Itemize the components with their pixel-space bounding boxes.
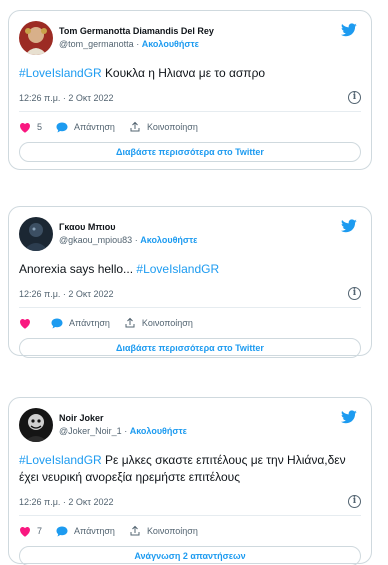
share-icon	[130, 121, 140, 132]
share-button[interactable]: Κοινοποίηση	[129, 121, 198, 133]
hashtag-link[interactable]: #LoveIslandGR	[19, 66, 102, 80]
twitter-bird-icon[interactable]	[341, 410, 357, 424]
twitter-bird-icon[interactable]	[341, 23, 357, 37]
heart-icon	[20, 122, 30, 133]
hashtag-link[interactable]: #LoveIslandGR	[136, 262, 219, 276]
reply-label: Απάντηση	[69, 318, 110, 328]
avatar[interactable]	[19, 408, 53, 442]
tweet-header: Tom Germanotta Diamandis Del Rey @tom_ge…	[19, 21, 361, 55]
share-button[interactable]: Κοινοποίηση	[124, 317, 193, 329]
timestamp[interactable]: 12:26 π.μ. · 2 Οκτ 2022	[19, 497, 114, 507]
divider	[19, 111, 361, 112]
user-handle[interactable]: @tom_germanotta	[59, 39, 134, 49]
display-name[interactable]: Tom Germanotta Diamandis Del Rey	[59, 25, 214, 38]
reply-button[interactable]: Απάντηση	[56, 122, 115, 133]
tweet-embed: Γκαου Μπιου @gkaou_mpiou83 · Ακολουθήστε…	[8, 206, 372, 358]
read-more-button[interactable]: Διαβάστε περισσότερα στο Twitter	[19, 338, 361, 358]
tweet-header: Γκαου Μπιου @gkaou_mpiou83 · Ακολουθήστε	[19, 217, 361, 251]
follow-link[interactable]: Ακολουθήστε	[140, 235, 197, 245]
separator-dot: ·	[134, 235, 138, 245]
tweet-embed: Tom Germanotta Diamandis Del Rey @tom_ge…	[8, 10, 372, 170]
read-replies-button[interactable]: Ανάγνωση 2 απαντήσεων	[19, 546, 361, 565]
like-button[interactable]	[19, 318, 37, 329]
like-button[interactable]: 5	[19, 122, 42, 133]
read-more-button[interactable]: Διαβάστε περισσότερα στο Twitter	[19, 142, 361, 162]
tweet-text-content: Anorexia says hello...	[19, 262, 137, 276]
tweet-text: Anorexia says hello... #LoveIslandGR	[19, 261, 361, 278]
display-name[interactable]: Noir Joker	[59, 412, 187, 425]
info-icon[interactable]: i	[348, 287, 361, 300]
display-name[interactable]: Γκαου Μπιου	[59, 221, 197, 234]
share-label: Κοινοποίηση	[146, 122, 198, 132]
divider	[19, 307, 361, 308]
share-button[interactable]: Κοινοποίηση	[129, 525, 198, 537]
separator-dot: ·	[136, 39, 140, 49]
tweet-text: #LoveIslandGR Κουκλα η Ηλιανα με το ασπρ…	[19, 65, 361, 82]
like-count: 5	[37, 122, 43, 132]
share-label: Κοινοποίηση	[146, 526, 198, 536]
reply-button[interactable]: Απάντηση	[51, 318, 110, 329]
separator-dot: ·	[124, 426, 128, 436]
like-count: 7	[37, 526, 43, 536]
avatar[interactable]	[19, 21, 53, 55]
avatar[interactable]	[19, 217, 53, 251]
like-button[interactable]: 7	[19, 526, 42, 537]
share-icon	[130, 525, 140, 536]
share-icon	[125, 317, 135, 328]
tweet-text: #LoveIslandGR Ρε μλκες σκαστε επιτέλους …	[19, 452, 361, 486]
heart-icon	[20, 526, 30, 537]
heart-icon	[20, 318, 30, 329]
reply-label: Απάντηση	[74, 526, 115, 536]
info-icon[interactable]: i	[348, 495, 361, 508]
info-icon[interactable]: i	[348, 91, 361, 104]
hashtag-link[interactable]: #LoveIslandGR	[19, 453, 102, 467]
tweet-text-content: Κουκλα η Ηλιανα με το ασπρο	[101, 66, 266, 80]
speech-bubble-icon	[51, 318, 63, 328]
user-handle[interactable]: @gkaou_mpiou83	[59, 235, 132, 245]
user-handle[interactable]: @Joker_Noir_1	[59, 426, 122, 436]
tweet-embed: Noir Joker @Joker_Noir_1 · Ακολουθήστε #…	[8, 397, 372, 565]
reply-button[interactable]: Απάντηση	[56, 526, 115, 537]
speech-bubble-icon	[56, 526, 68, 536]
timestamp[interactable]: 12:26 π.μ. · 2 Οκτ 2022	[19, 289, 114, 299]
follow-link[interactable]: Ακολουθήστε	[142, 39, 199, 49]
timestamp[interactable]: 12:26 π.μ. · 2 Οκτ 2022	[19, 93, 114, 103]
divider	[19, 515, 361, 516]
twitter-bird-icon[interactable]	[341, 219, 357, 233]
follow-link[interactable]: Ακολουθήστε	[130, 426, 187, 436]
share-label: Κοινοποίηση	[141, 318, 193, 328]
tweet-header: Noir Joker @Joker_Noir_1 · Ακολουθήστε	[19, 408, 361, 442]
speech-bubble-icon	[56, 122, 68, 132]
reply-label: Απάντηση	[74, 122, 115, 132]
